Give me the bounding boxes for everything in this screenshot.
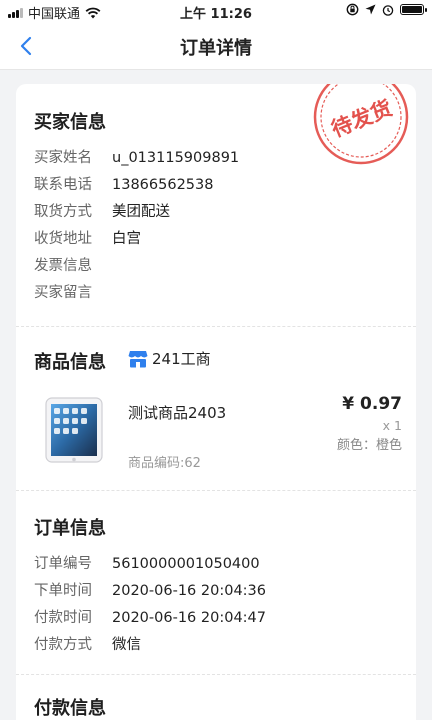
product-quantity: x 1	[382, 418, 402, 433]
order-field-label: 付款时间	[34, 610, 92, 626]
buyer-field-row: 收货地址 白宫	[34, 227, 141, 248]
buyer-field-label: 买家留言	[34, 285, 92, 301]
buyer-field-row: 买家留言	[34, 281, 112, 302]
shop-name: 241工商	[152, 350, 211, 368]
buyer-field-value: 13866562538	[112, 177, 214, 193]
buyer-field-row: 发票信息	[34, 254, 112, 275]
product-image[interactable]	[42, 394, 106, 466]
section-divider	[16, 674, 416, 675]
order-field-row: 下单时间 2020-06-16 20:04:36	[34, 579, 266, 600]
battery-icon	[400, 4, 427, 15]
buyer-field-label: 联系电话	[34, 177, 92, 193]
stamp-text: 待发货	[328, 96, 395, 142]
location-arrow-icon	[365, 4, 376, 15]
buyer-field-label: 取货方式	[34, 204, 92, 220]
order-detail-card: 待发货 买家信息 买家姓名 u_013115909891 联系电话 138665625…	[16, 84, 416, 720]
product-code: 商品编码:62	[128, 456, 201, 471]
product-name[interactable]: 测试商品2403	[128, 402, 226, 423]
buyer-field-value: 白宫	[112, 231, 141, 247]
order-info-title: 订单信息	[34, 518, 106, 539]
order-field-value: 5610000001050400	[112, 556, 260, 572]
goods-info-title: 商品信息	[34, 352, 106, 373]
product-price: ¥ 0.97	[342, 394, 402, 414]
shop-icon	[128, 350, 148, 367]
status-bar: 中国联通 上午 11:26	[0, 0, 432, 22]
buyer-field-value: 美团配送	[112, 204, 170, 220]
order-field-label: 付款方式	[34, 637, 92, 653]
nav-bar: 订单详情	[0, 22, 432, 70]
alarm-icon	[382, 4, 394, 16]
shop-badge[interactable]: 241工商	[128, 348, 211, 369]
page-title: 订单详情	[180, 38, 252, 59]
pending-shipment-stamp: 待发货	[313, 84, 409, 165]
buyer-field-row: 买家姓名 u_013115909891	[34, 146, 239, 167]
order-field-row: 订单编号 5610000001050400	[34, 552, 260, 573]
payment-info-title: 付款信息	[34, 698, 106, 719]
orientation-lock-icon	[346, 3, 359, 16]
buyer-field-label: 收货地址	[34, 231, 92, 247]
order-field-value: 2020-06-16 20:04:36	[112, 583, 266, 599]
buyer-field-row: 取货方式 美团配送	[34, 200, 170, 221]
order-field-label: 订单编号	[34, 556, 92, 572]
buyer-field-value: u_013115909891	[112, 150, 240, 166]
order-field-row: 付款时间 2020-06-16 20:04:47	[34, 606, 266, 627]
order-field-label: 下单时间	[34, 583, 92, 599]
buyer-info-title: 买家信息	[34, 112, 106, 133]
buyer-field-label: 买家姓名	[34, 150, 92, 166]
order-field-row: 付款方式 微信	[34, 633, 141, 654]
section-divider	[16, 490, 416, 491]
section-divider	[16, 326, 416, 327]
order-field-value: 微信	[112, 637, 141, 653]
order-field-value: 2020-06-16 20:04:47	[112, 610, 266, 626]
product-attribute: 颜色：橙色	[336, 438, 402, 453]
buyer-field-row: 联系电话 13866562538	[34, 173, 213, 194]
buyer-field-label: 发票信息	[34, 258, 92, 274]
status-right	[346, 3, 427, 16]
